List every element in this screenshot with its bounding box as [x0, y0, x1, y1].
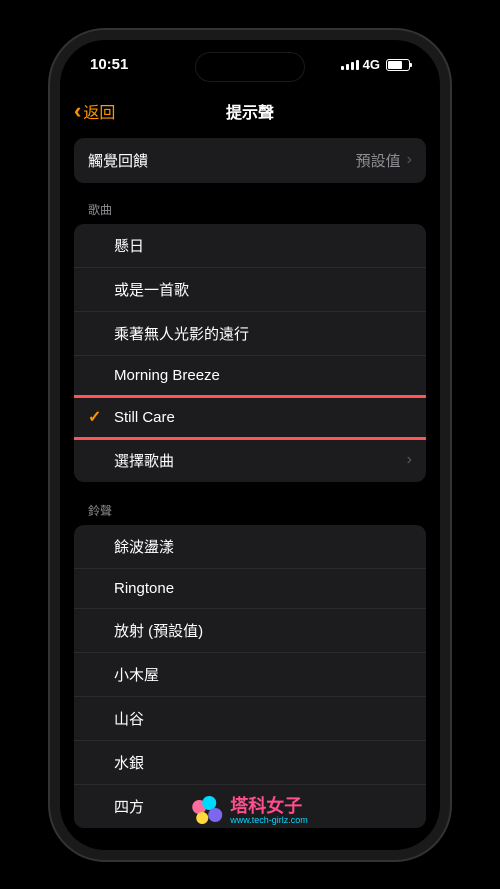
song-label: 乘著無人光影的遠行 — [114, 323, 249, 344]
song-item[interactable]: 選擇歌曲 › — [74, 439, 426, 482]
song-label: 選擇歌曲 — [114, 450, 174, 471]
ringtone-item[interactable]: 水銀 — [74, 741, 426, 785]
ringtones-section-header: 鈴聲 — [74, 502, 426, 525]
haptic-label: 觸覺回饋 — [88, 150, 148, 171]
phone-screen: 10:51 4G ‹ 返回 提示聲 — [60, 40, 440, 850]
ringtone-item[interactable]: 放射 (預設值) — [74, 609, 426, 653]
song-label: 或是一首歌 — [114, 279, 189, 300]
songs-list: 懸日或是一首歌乘著無人光影的遠行 Morning Breeze ✓ Still Car… — [74, 224, 426, 482]
song-item[interactable]: Morning Breeze — [74, 356, 426, 396]
ringtone-label: 山谷 — [114, 708, 144, 729]
network-label: 4G — [363, 57, 380, 72]
status-bar: 10:51 4G — [60, 40, 440, 90]
phone-frame: 10:51 4G ‹ 返回 提示聲 — [50, 30, 450, 860]
chevron-right-icon: › — [407, 151, 412, 169]
song-label: Still Care — [114, 409, 175, 426]
haptic-value: 預設值 › — [356, 150, 412, 171]
battery-icon — [386, 59, 410, 71]
checkmark-icon: ✓ — [88, 407, 101, 427]
chevron-left-icon: ‹ — [74, 98, 81, 124]
watermark-url: www.tech-girlz.com — [230, 815, 308, 826]
songs-section-header: 歌曲 — [74, 201, 426, 224]
ringtones-list: 餘波盪漾 Ringtone 放射 (預設值) 小木屋山谷水銀四方 — [74, 525, 426, 828]
song-item[interactable]: 或是一首歌 — [74, 268, 426, 312]
ringtone-item[interactable]: Ringtone — [74, 569, 426, 609]
chevron-right-icon: › — [407, 451, 412, 469]
content: 觸覺回饋 預設值 › 歌曲 懸日或是一首歌乘著無人光影的遠行 Morning Br… — [60, 138, 440, 828]
watermark: 塔科女子 www.tech-girlz.com — [192, 796, 308, 828]
status-time: 10:51 — [90, 56, 128, 73]
page-title: 提示聲 — [226, 99, 274, 123]
song-label: Morning Breeze — [114, 367, 220, 384]
watermark-title: 塔科女子 — [230, 797, 308, 815]
ringtone-label: 四方 — [114, 796, 144, 817]
ringtone-item[interactable]: 山谷 — [74, 697, 426, 741]
ringtone-label: 水銀 — [114, 752, 144, 773]
ringtone-label: 放射 (預設值) — [114, 620, 203, 641]
ringtone-item[interactable]: 小木屋 — [74, 653, 426, 697]
haptic-feedback-row[interactable]: 觸覺回饋 預設值 › — [74, 138, 426, 183]
watermark-logo-icon — [192, 796, 224, 828]
ringtone-label: 餘波盪漾 — [114, 536, 174, 557]
song-item[interactable]: 懸日 — [74, 224, 426, 268]
back-label: 返回 — [83, 99, 115, 123]
back-button[interactable]: ‹ 返回 — [74, 98, 115, 124]
song-item[interactable]: 乘著無人光影的遠行 — [74, 312, 426, 356]
nav-header: ‹ 返回 提示聲 — [60, 90, 440, 138]
dynamic-island — [195, 52, 305, 82]
ringtone-label: 小木屋 — [114, 664, 159, 685]
ringtone-label: Ringtone — [114, 580, 174, 597]
signal-icon — [341, 60, 359, 70]
song-item[interactable]: ✓ Still Care — [74, 395, 426, 440]
song-label: 懸日 — [114, 235, 144, 256]
status-indicators: 4G — [341, 57, 410, 72]
ringtone-item[interactable]: 餘波盪漾 — [74, 525, 426, 569]
